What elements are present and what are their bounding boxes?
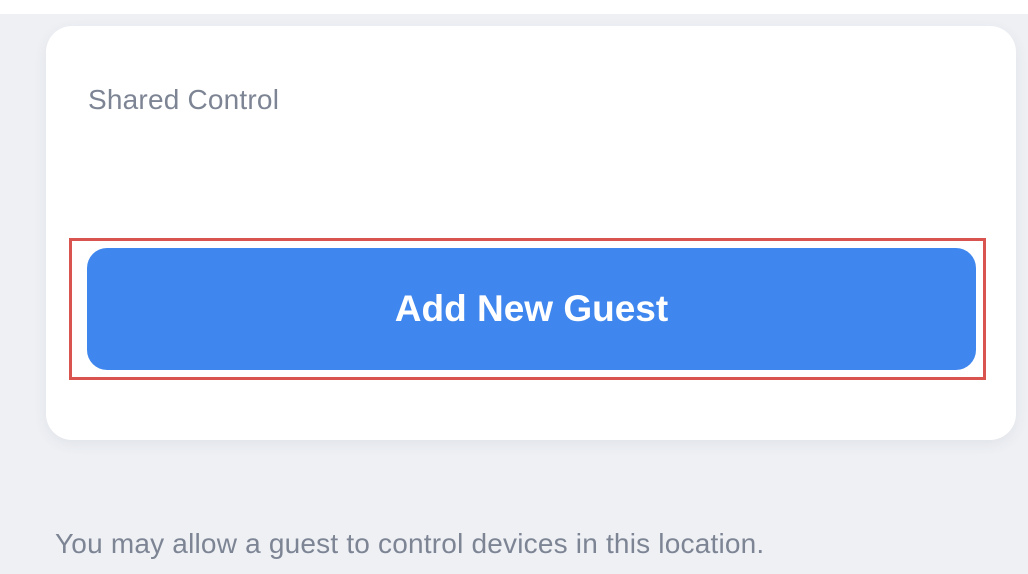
shared-control-card: Shared Control Add New Guest: [46, 26, 1016, 440]
add-new-guest-button[interactable]: Add New Guest: [87, 248, 976, 370]
guest-control-helper-text: You may allow a guest to control devices…: [55, 528, 765, 559]
shared-control-title: Shared Control: [88, 84, 280, 115]
